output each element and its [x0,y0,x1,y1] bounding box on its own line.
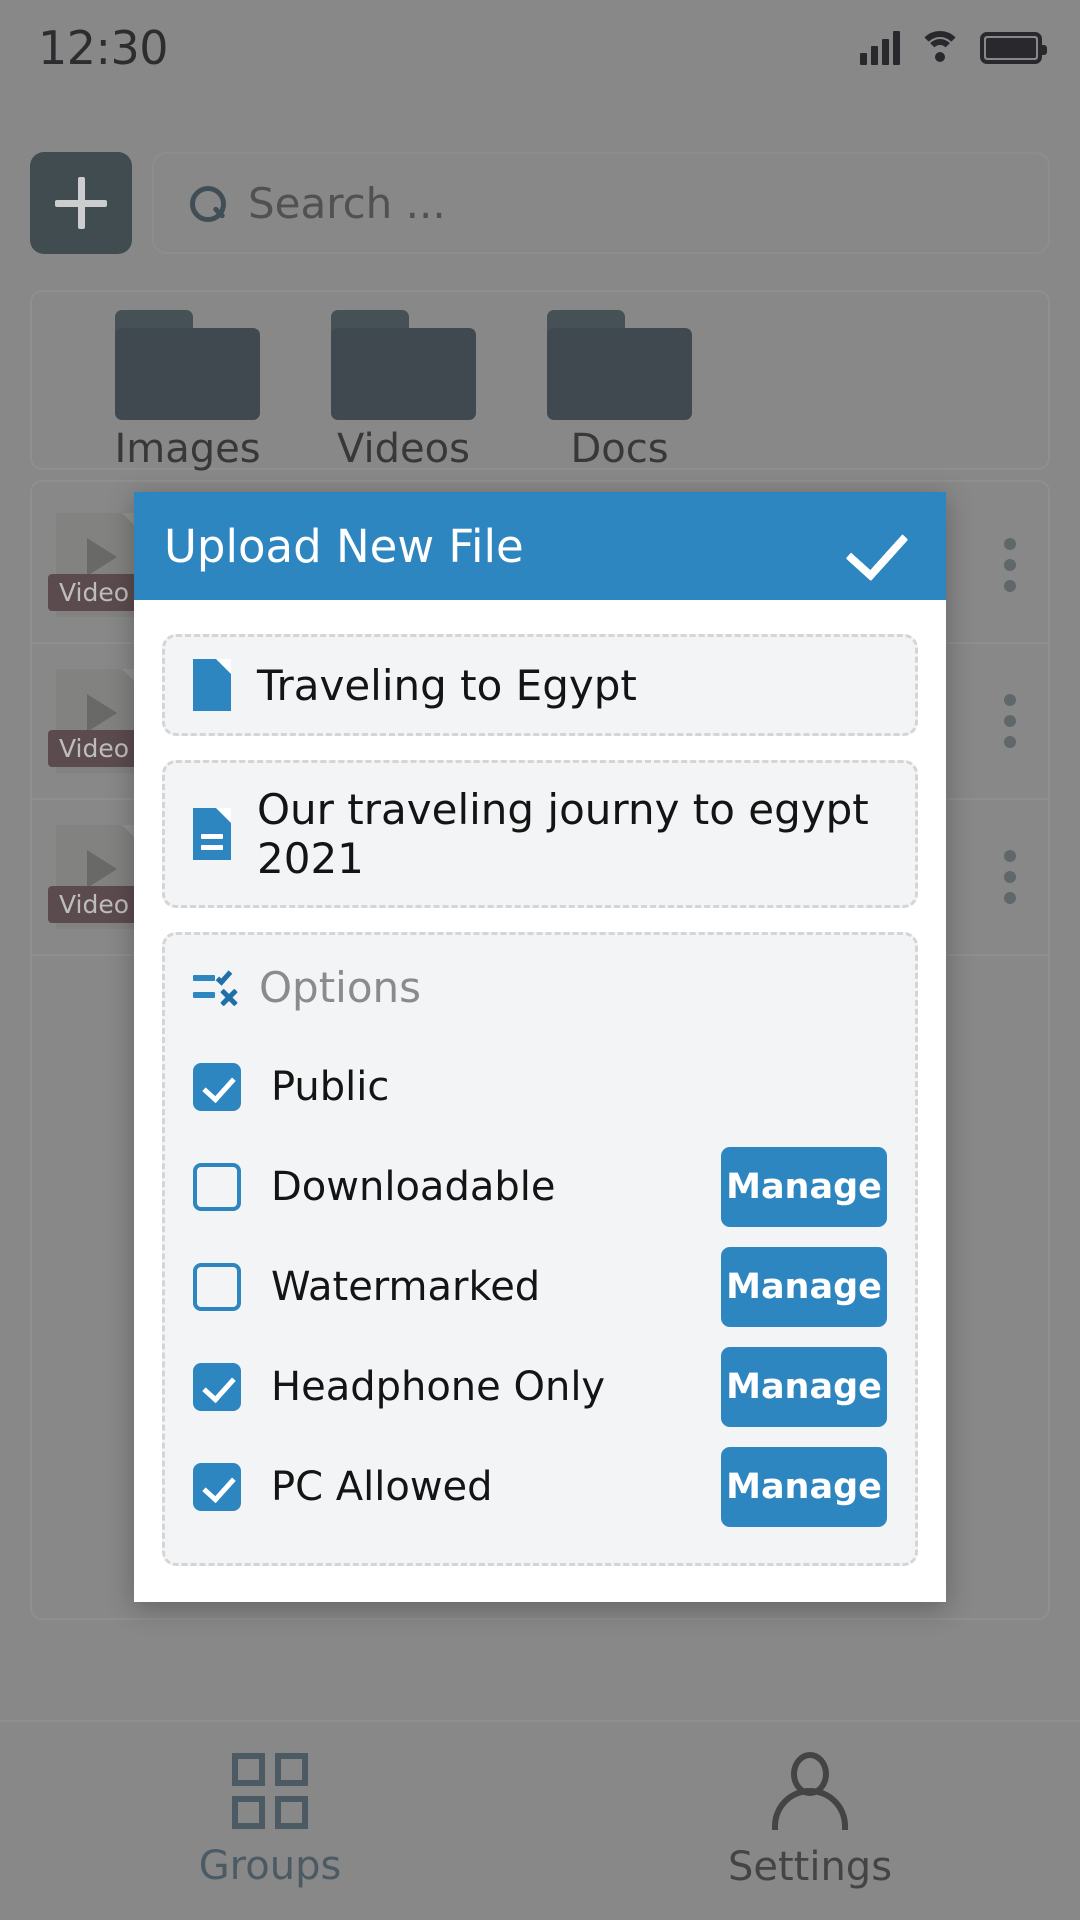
option-row-headphone-only: Headphone Only Manage [193,1337,887,1437]
search-input[interactable]: Search ... [152,152,1050,254]
nav-label-groups: Groups [198,1843,342,1889]
folder-icon [547,310,692,420]
kebab-menu-icon[interactable] [996,686,1024,756]
document-lines-icon [193,808,231,860]
bottom-navigation: Groups Settings [0,1720,1080,1920]
file-title-value: Traveling to Egypt [257,660,637,710]
file-icon [193,659,231,711]
folders-panel: Images Videos Docs [30,290,1050,472]
battery-icon [980,31,1047,64]
file-title-input[interactable]: Traveling to Egypt [162,634,918,736]
checkbox-headphone-only[interactable] [193,1363,241,1411]
person-icon [771,1752,849,1830]
page-title: Upload New File [164,519,524,573]
tasks-checklist-icon [193,967,237,1007]
search-placeholder: Search ... [248,178,446,228]
manage-button-watermarked[interactable]: Manage [721,1247,887,1327]
options-title: Options [259,962,422,1012]
option-label: PC Allowed [271,1464,493,1510]
checkbox-downloadable[interactable] [193,1163,241,1211]
option-row-pc-allowed: PC Allowed Manage [193,1437,887,1537]
option-label: Headphone Only [271,1364,606,1410]
options-header: Options [193,955,887,1019]
option-row-public: Public [193,1037,887,1137]
manage-button-downloadable[interactable]: Manage [721,1147,887,1227]
status-bar: 12:30 [0,0,1080,95]
grid-icon [232,1753,308,1829]
dialog-body: Traveling to Egypt Our traveling journy … [134,600,946,1602]
kebab-menu-icon[interactable] [996,842,1024,912]
file-description-input[interactable]: Our traveling journy to egypt 2021 [162,760,918,908]
add-file-button[interactable] [30,152,132,254]
folder-label: Docs [570,426,669,472]
phone-screen: 12:30 Search ... Images Videos Docs Vide… [0,0,1080,1920]
kebab-menu-icon[interactable] [996,530,1024,600]
option-label: Public [271,1064,390,1110]
folder-item-videos[interactable]: Videos [296,310,511,472]
status-bar-time: 12:30 [38,20,169,75]
file-type-badge: Video [48,730,141,767]
search-icon [188,184,226,222]
wifi-icon [918,30,962,65]
manage-button-headphone-only[interactable]: Manage [721,1347,887,1427]
folder-item-docs[interactable]: Docs [512,310,727,472]
checkbox-pc-allowed[interactable] [193,1463,241,1511]
folder-item-images[interactable]: Images [80,310,295,472]
dialog-header: Upload New File [134,492,946,600]
option-label: Downloadable [271,1164,556,1210]
file-type-badge: Video [48,886,141,923]
file-type-badge: Video [48,574,141,611]
option-row-watermarked: Watermarked Manage [193,1237,887,1337]
options-group: Options Public Downloadable Manage Water… [162,932,918,1566]
search-row: Search ... [30,152,1050,254]
checkbox-public[interactable] [193,1063,241,1111]
nav-label-settings: Settings [727,1844,893,1890]
file-description-value: Our traveling journy to egypt 2021 [257,785,869,883]
folder-icon [331,310,476,420]
nav-item-groups[interactable]: Groups [0,1722,540,1920]
folder-icon [115,310,260,420]
folder-label: Images [114,426,261,472]
checkbox-watermarked[interactable] [193,1263,241,1311]
status-bar-icons [860,30,1047,65]
option-row-downloadable: Downloadable Manage [193,1137,887,1237]
option-label: Watermarked [271,1264,541,1310]
folder-label: Videos [337,426,470,472]
signal-icon [860,30,900,65]
upload-new-file-dialog: Upload New File Traveling to Egypt Our t… [134,492,946,1602]
manage-button-pc-allowed[interactable]: Manage [721,1447,887,1527]
check-icon[interactable] [848,515,910,577]
nav-item-settings[interactable]: Settings [540,1722,1080,1920]
